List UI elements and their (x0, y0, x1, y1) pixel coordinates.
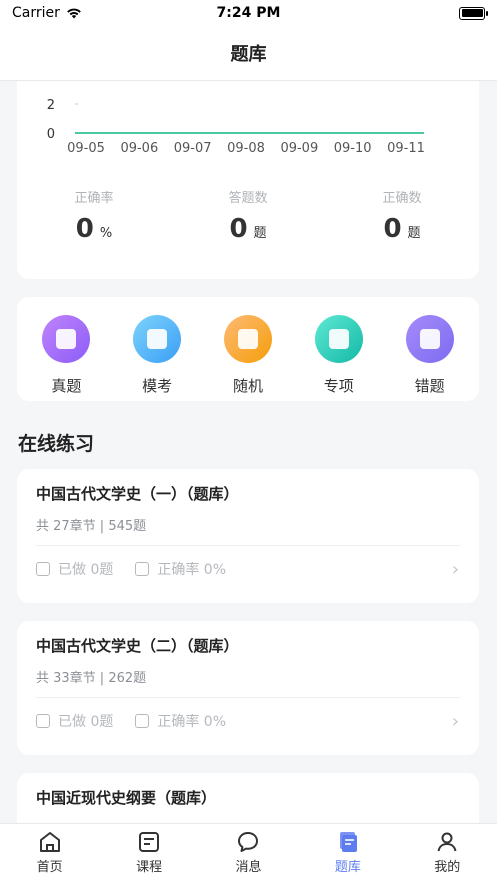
stat-value: 0 (383, 214, 402, 244)
percent-icon (135, 714, 150, 728)
category-label: 模考 (142, 377, 173, 395)
exam-icon (133, 315, 182, 363)
stat-unit: 题 (253, 226, 267, 241)
accuracy-value: 正确率 0% (157, 714, 227, 730)
nav-bar: 题库 (0, 26, 497, 81)
question-bank-icon (339, 832, 357, 852)
category-5[interactable]: 错题 (390, 297, 470, 396)
status-left: Carrier (12, 5, 82, 21)
tab-label: 课程 (136, 860, 163, 875)
course-title: 中国古代文学史（二）（题库） (36, 637, 239, 655)
tab-label: 消息 (235, 860, 262, 875)
category-2[interactable]: 模考 (117, 297, 197, 396)
x-tick-label: 09-08 (227, 141, 265, 156)
category-4[interactable]: 专项 (299, 297, 379, 396)
tab-bar: 首页 课程 消息 题库 我的 (0, 823, 497, 883)
course-title: 中国古代文学史（一）（题库） (36, 485, 239, 503)
wifi-icon (67, 8, 81, 19)
stat-value: 0 (75, 214, 94, 244)
category-card: 真题 模考 随机 专项 错题 (17, 297, 479, 401)
chevron-right-icon: › (451, 711, 459, 732)
x-tick-label: 09-06 (120, 141, 158, 156)
stats-card: 0 2 4 09-05 09-06 09-07 09-08 09-09 09-10 09-11 正… (17, 81, 479, 279)
carrier-label: Carrier (12, 5, 60, 21)
category-3[interactable]: 随机 (208, 297, 288, 396)
note-icon (36, 714, 50, 728)
course-card[interactable]: 中国近现代史纲要（题库） (17, 773, 479, 823)
profile-icon (437, 832, 457, 852)
category-label: 真题 (51, 377, 82, 395)
tab-message[interactable]: 消息 (208, 830, 288, 875)
tab-profile[interactable]: 我的 (407, 830, 487, 875)
course-card[interactable]: 中国古代文学史（二）（题库） 共 33章节 | 262题已做 0题 正确率 0% › (17, 621, 479, 755)
stat-value-row: 0% (17, 214, 171, 244)
stat-label: 正确率 (74, 191, 114, 206)
x-tick-label: 09-09 (280, 141, 318, 156)
message-icon (238, 832, 259, 852)
category-label: 随机 (232, 377, 263, 395)
tab-course[interactable]: 课程 (109, 830, 189, 875)
daily-chart: 0 2 4 09-05 09-06 09-07 09-08 09-09 09-10 09-11 (47, 81, 425, 156)
stat-value: 0 (229, 214, 248, 244)
book-icon (42, 315, 91, 363)
course-progress: 已做 0题 正确率 0% (36, 559, 226, 579)
stat-value-row: 0题 (171, 214, 325, 244)
stat-unit: 题 (407, 226, 421, 241)
stat-item: 正确率 0% (17, 187, 171, 244)
x-tick-label: 09-07 (174, 141, 212, 156)
status-bar: Carrier 7:24 PM (0, 0, 497, 26)
chevron-right-icon: › (451, 559, 459, 580)
done-count: 已做 0题 (58, 562, 114, 578)
course-divider (36, 545, 460, 546)
tab-label: 题库 (334, 860, 361, 875)
stat-value-row: 0题 (325, 214, 479, 244)
page-title: 题库 (230, 44, 267, 65)
mistake-icon (405, 315, 454, 363)
scroll-content[interactable]: 0 2 4 09-05 09-06 09-07 09-08 09-09 09-10 09-11 正… (0, 81, 497, 823)
category-label: 专项 (323, 377, 354, 395)
done-count: 已做 0题 (58, 714, 114, 730)
tab-label: 首页 (36, 860, 63, 875)
stat-item: 正确数 0 题 (325, 187, 479, 244)
x-tick-label: 09-05 (67, 141, 105, 156)
tab-label: 我的 (434, 860, 461, 875)
stat-unit: % (99, 226, 113, 241)
battery-icon (459, 6, 488, 20)
topic-icon (314, 315, 363, 363)
course-card[interactable]: 中国古代文学史（一）（题库） 共 27章节 | 545题已做 0题 正确率 0% › (17, 469, 479, 603)
course-meta: 共 33章节 | 262题 (36, 671, 147, 686)
percent-icon (135, 562, 150, 576)
category-1[interactable]: 真题 (26, 297, 106, 396)
y-tick-label: 0 (47, 127, 55, 142)
course-title: 中国近现代史纲要（题库） (36, 789, 217, 807)
course-meta: 共 27章节 | 545题 (36, 519, 147, 534)
x-tick-label: 09-11 (387, 141, 425, 156)
course-icon (139, 832, 160, 852)
tab-question-bank[interactable]: 题库 (308, 830, 388, 875)
tab-home[interactable]: 首页 (10, 830, 90, 875)
stat-label: 正确数 (382, 191, 422, 206)
course-divider (36, 697, 460, 698)
section-title: 在线练习 (18, 433, 95, 455)
random-icon (223, 315, 272, 363)
x-tick-label: 09-10 (334, 141, 372, 156)
home-icon (39, 832, 60, 852)
course-progress: 已做 0题 正确率 0% (36, 711, 226, 731)
accuracy-value: 正确率 0% (157, 562, 227, 578)
stats-row: 正确率 0% 答题数 0 题正确数 0 题 (17, 187, 479, 244)
stat-label: 答题数 (228, 191, 268, 206)
y-tick-label: 4 (47, 81, 55, 84)
y-tick-label: 2 (47, 98, 55, 113)
note-icon (36, 562, 50, 576)
stat-item: 答题数 0 题 (171, 187, 325, 244)
category-label: 错题 (414, 377, 445, 395)
